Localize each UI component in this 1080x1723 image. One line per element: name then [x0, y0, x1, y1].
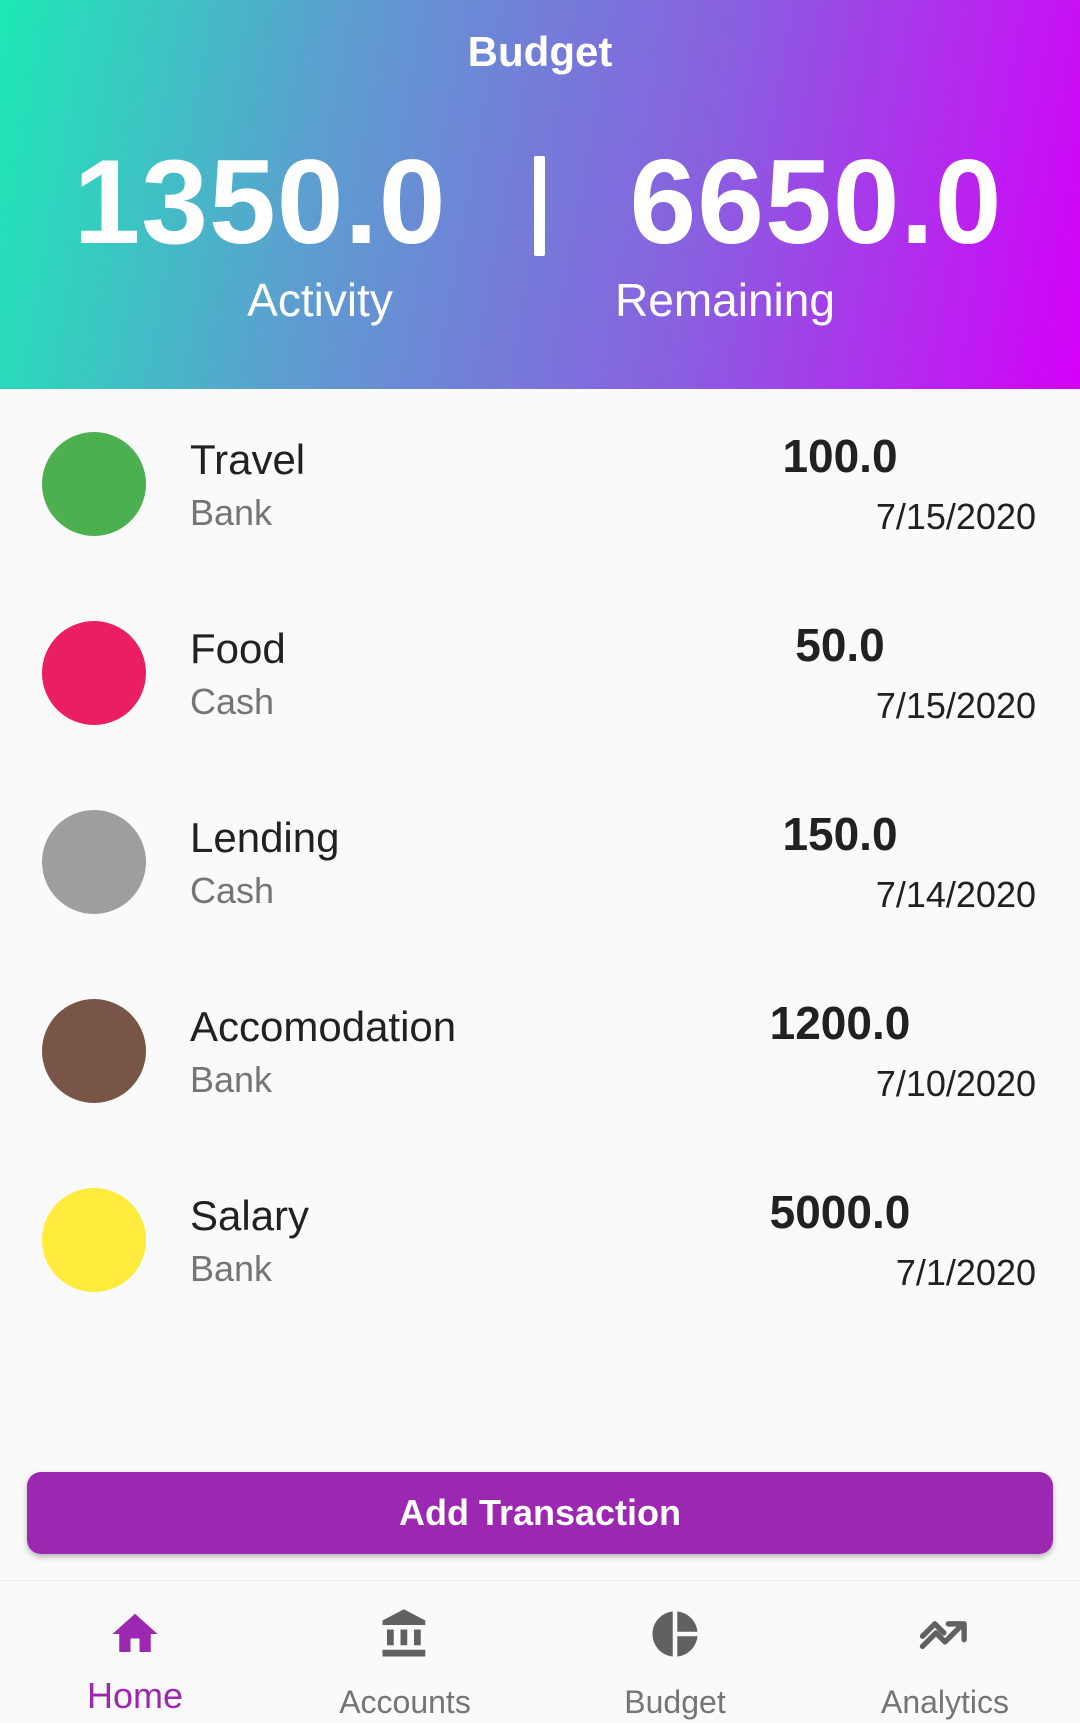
- transaction-date: 7/1/2020: [895, 1252, 1036, 1293]
- nav-label-analytics: Analytics: [880, 1684, 1010, 1720]
- transaction-category: Food: [190, 625, 286, 672]
- transaction-category: Salary: [190, 1192, 310, 1239]
- transaction-row[interactable]: Lending Cash 150.0 7/14/2020: [0, 767, 1080, 956]
- category-color-dot: [42, 432, 146, 536]
- transaction-category: Lending: [190, 814, 340, 861]
- transaction-row[interactable]: Salary Bank 5000.0 7/1/2020: [0, 1145, 1080, 1334]
- nav-item-budget[interactable]: Budget: [540, 1581, 810, 1723]
- transaction-row[interactable]: Travel Bank 100.0 7/15/2020: [0, 389, 1080, 578]
- transaction-category: Travel: [190, 436, 306, 483]
- transaction-account: Cash: [190, 681, 275, 722]
- transaction-amount: 1200.0: [769, 997, 911, 1049]
- nav-item-analytics[interactable]: Analytics: [810, 1581, 1080, 1723]
- nav-label-accounts: Accounts: [339, 1684, 471, 1720]
- remaining-total: 6650.0: [629, 135, 1003, 269]
- transaction-account: Bank: [190, 492, 273, 533]
- page-title: Budget: [467, 28, 613, 75]
- nav-item-accounts[interactable]: Accounts: [270, 1581, 540, 1723]
- transaction-row[interactable]: Accomodation Bank 1200.0 7/10/2020: [0, 956, 1080, 1145]
- summary-header: Budget 1350.0 6650.0 Activity Remaining: [0, 0, 1080, 389]
- nav-label-budget: Budget: [624, 1684, 726, 1720]
- transaction-category: Accomodation: [190, 1003, 457, 1050]
- nav-item-home[interactable]: Home: [0, 1581, 270, 1723]
- bank-icon: [382, 1609, 426, 1657]
- transaction-date: 7/14/2020: [875, 874, 1036, 915]
- pie-chart-icon: [652, 1611, 698, 1657]
- category-color-dot: [42, 621, 146, 725]
- activity-total: 1350.0: [73, 135, 447, 269]
- transaction-account: Bank: [190, 1248, 273, 1289]
- transaction-amount: 5000.0: [769, 1186, 911, 1238]
- remaining-label: Remaining: [615, 274, 835, 326]
- category-color-dot: [42, 1188, 146, 1292]
- transaction-date: 7/15/2020: [875, 496, 1036, 537]
- activity-label: Activity: [247, 274, 393, 326]
- transaction-amount: 50.0: [795, 619, 885, 671]
- bottom-navigation: Home Accounts Budget Analytics: [0, 1580, 1080, 1723]
- transaction-amount: 150.0: [782, 808, 898, 860]
- nav-label-home: Home: [86, 1675, 184, 1716]
- category-color-dot: [42, 810, 146, 914]
- add-transaction-button[interactable]: Add Transaction: [27, 1472, 1053, 1554]
- transaction-date: 7/15/2020: [875, 685, 1036, 726]
- category-color-dot: [42, 999, 146, 1103]
- home-icon: [112, 1613, 158, 1652]
- summary-divider: [534, 156, 545, 256]
- trending-up-icon: [919, 1621, 967, 1650]
- transaction-account: Cash: [190, 870, 275, 911]
- transaction-account: Bank: [190, 1059, 273, 1100]
- transaction-amount: 100.0: [782, 430, 898, 482]
- transaction-date: 7/10/2020: [875, 1063, 1036, 1104]
- transaction-row[interactable]: Food Cash 50.0 7/15/2020: [0, 578, 1080, 767]
